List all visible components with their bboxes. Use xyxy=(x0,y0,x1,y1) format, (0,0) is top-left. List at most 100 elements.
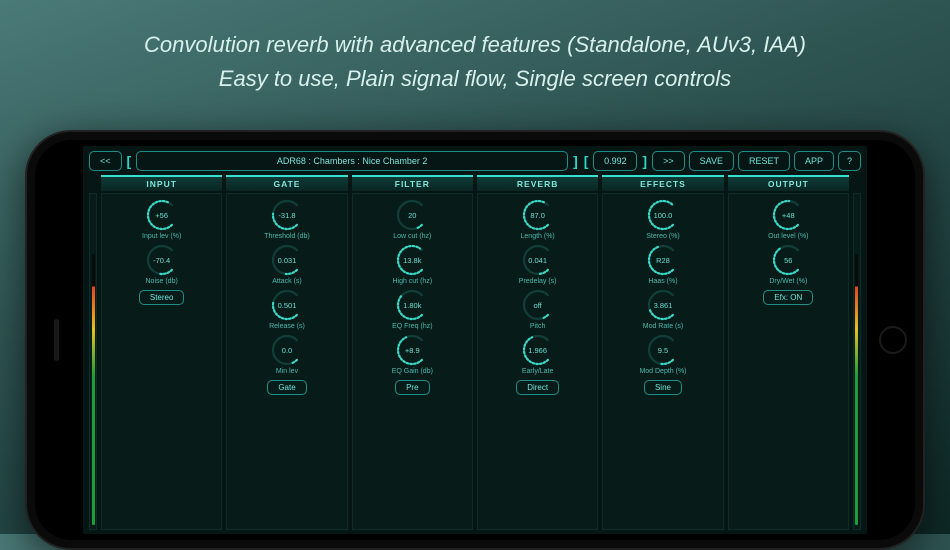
knob-dial[interactable]: 0.0 xyxy=(270,333,304,367)
preset-display[interactable]: ADR68 : Chambers : Nice Chamber 2 xyxy=(136,151,568,171)
knob-dial[interactable]: 20 xyxy=(395,198,429,232)
output-mode-button[interactable]: Efx: ON xyxy=(763,290,813,305)
knob-label: Out level (%) xyxy=(768,233,808,240)
knob-label: Predelay (s) xyxy=(519,278,557,285)
bracket-left-icon: [ xyxy=(126,153,133,169)
knob-input-lev-[interactable]: +56Input lev (%) xyxy=(142,198,181,240)
knob-value: +48 xyxy=(771,198,805,232)
phone-speaker xyxy=(54,319,59,361)
knob-value: R28 xyxy=(646,243,680,277)
knob-dial[interactable]: 87.0 xyxy=(521,198,555,232)
help-button[interactable]: ? xyxy=(838,151,861,171)
column-body: +56Input lev (%) -70.4Noise (db) Stereo xyxy=(101,193,222,530)
knob-value: 87.0 xyxy=(521,198,555,232)
knob-release-s-[interactable]: 0.501Release (s) xyxy=(269,288,305,330)
knob-value: 0.041 xyxy=(521,243,555,277)
knob-early-late[interactable]: 1.966Early/Late xyxy=(521,333,555,375)
column-body: 87.0Length (%) 0.041Predelay (s) offPitc… xyxy=(477,193,598,530)
knob-label: Input lev (%) xyxy=(142,233,181,240)
knob-dial[interactable]: 1.80k xyxy=(395,288,429,322)
knob-attack-s-[interactable]: 0.031Attack (s) xyxy=(270,243,304,285)
knob-dial[interactable]: 0.031 xyxy=(270,243,304,277)
bracket-right-icon: ] xyxy=(572,153,579,169)
knob-dial[interactable]: R28 xyxy=(646,243,680,277)
column-body: 100.0Stereo (%) R28Haas (%) 3.861Mod Rat… xyxy=(602,193,723,530)
knob-dial[interactable]: 1.966 xyxy=(521,333,555,367)
knob-high-cut-hz-[interactable]: 13.8kHigh cut (hz) xyxy=(392,243,432,285)
device-frame: << [ ADR68 : Chambers : Nice Chamber 2 ]… xyxy=(25,130,925,550)
knob-mod-rate-s-[interactable]: 3.861Mod Rate (s) xyxy=(643,288,683,330)
knob-label: Pitch xyxy=(530,323,546,330)
column-output: OUTPUT +48Out level (%) 56Dry/Wet (%)Efx… xyxy=(728,175,849,530)
column-header: FILTER xyxy=(352,175,473,191)
length-display[interactable]: 0.992 xyxy=(593,151,637,171)
knob-dial[interactable]: 9.5 xyxy=(646,333,680,367)
output-meter xyxy=(853,175,861,530)
app-button[interactable]: APP xyxy=(794,151,834,171)
effects-mode-button[interactable]: Sine xyxy=(644,380,682,395)
knob-dial[interactable]: -31.8 xyxy=(270,198,304,232)
input-mode-button[interactable]: Stereo xyxy=(139,290,185,305)
knob-haas-[interactable]: R28Haas (%) xyxy=(646,243,680,285)
knob-value: -70.4 xyxy=(145,243,179,277)
column-header: GATE xyxy=(226,175,347,191)
knob-label: Mod Rate (s) xyxy=(643,323,683,330)
knob-length-[interactable]: 87.0Length (%) xyxy=(521,198,555,240)
prev-preset-button[interactable]: << xyxy=(89,151,122,171)
knob-eq-gain-db-[interactable]: +8.9EQ Gain (db) xyxy=(392,333,433,375)
save-button[interactable]: SAVE xyxy=(689,151,734,171)
knob-out-level-[interactable]: +48Out level (%) xyxy=(768,198,808,240)
knob-dial[interactable]: 56 xyxy=(771,243,805,277)
promo-text: Convolution reverb with advanced feature… xyxy=(0,0,950,96)
columns: INPUT +56Input lev (%) -70.4Noise (db)St… xyxy=(89,175,861,530)
gate-mode-button[interactable]: Gate xyxy=(267,380,306,395)
knob-low-cut-hz-[interactable]: 20Low cut (hz) xyxy=(393,198,431,240)
promo-line-2: Easy to use, Plain signal flow, Single s… xyxy=(0,62,950,96)
knob-dial[interactable]: -70.4 xyxy=(145,243,179,277)
knob-predelay-s-[interactable]: 0.041Predelay (s) xyxy=(519,243,557,285)
reverb-mode-button[interactable]: Direct xyxy=(516,380,559,395)
column-body: -31.8Threshold (db) 0.031Attack (s) 0.50… xyxy=(226,193,347,530)
filter-mode-button[interactable]: Pre xyxy=(395,380,429,395)
knob-dial[interactable]: 0.501 xyxy=(270,288,304,322)
knob-dial[interactable]: 13.8k xyxy=(395,243,429,277)
knob-value: 13.8k xyxy=(395,243,429,277)
knob-dry-wet-[interactable]: 56Dry/Wet (%) xyxy=(769,243,807,285)
knob-eq-freq-hz-[interactable]: 1.80kEQ Freq (hz) xyxy=(392,288,432,330)
knob-value: 100.0 xyxy=(646,198,680,232)
knob-dial[interactable]: off xyxy=(521,288,555,322)
column-header: REVERB xyxy=(477,175,598,191)
knob-min-lev[interactable]: 0.0Min lev xyxy=(270,333,304,375)
column-gate: GATE -31.8Threshold (db) 0.031Attack (s)… xyxy=(226,175,347,530)
knob-mod-depth-[interactable]: 9.5Mod Depth (%) xyxy=(639,333,686,375)
knob-pitch[interactable]: offPitch xyxy=(521,288,555,330)
knob-stereo-[interactable]: 100.0Stereo (%) xyxy=(646,198,680,240)
knob-label: Low cut (hz) xyxy=(393,233,431,240)
knob-label: Early/Late xyxy=(522,368,554,375)
meter-bar xyxy=(855,254,858,525)
promo-line-1: Convolution reverb with advanced feature… xyxy=(0,28,950,62)
knob-label: Mod Depth (%) xyxy=(639,368,686,375)
knob-value: +8.9 xyxy=(395,333,429,367)
knob-value: off xyxy=(521,288,555,322)
knob-value: 0.501 xyxy=(270,288,304,322)
knob-dial[interactable]: 0.041 xyxy=(521,243,555,277)
knob-label: Min lev xyxy=(276,368,298,375)
knob-dial[interactable]: 100.0 xyxy=(646,198,680,232)
knob-dial[interactable]: +48 xyxy=(771,198,805,232)
column-reverb: REVERB 87.0Length (%) 0.041Predelay (s) … xyxy=(477,175,598,530)
knob-dial[interactable]: 3.861 xyxy=(646,288,680,322)
knob-noise-db-[interactable]: -70.4Noise (db) xyxy=(145,243,179,285)
knob-label: Noise (db) xyxy=(146,278,178,285)
knob-value: 3.861 xyxy=(646,288,680,322)
knob-threshold-db-[interactable]: -31.8Threshold (db) xyxy=(264,198,310,240)
knob-label: Haas (%) xyxy=(648,278,677,285)
next-preset-button[interactable]: >> xyxy=(652,151,685,171)
knob-label: Stereo (%) xyxy=(646,233,679,240)
knob-dial[interactable]: +8.9 xyxy=(395,333,429,367)
knob-label: Release (s) xyxy=(269,323,305,330)
knob-value: 20 xyxy=(395,198,429,232)
knob-dial[interactable]: +56 xyxy=(145,198,179,232)
reset-button[interactable]: RESET xyxy=(738,151,790,171)
column-filter: FILTER 20Low cut (hz) 13.8kHigh cut (hz)… xyxy=(352,175,473,530)
